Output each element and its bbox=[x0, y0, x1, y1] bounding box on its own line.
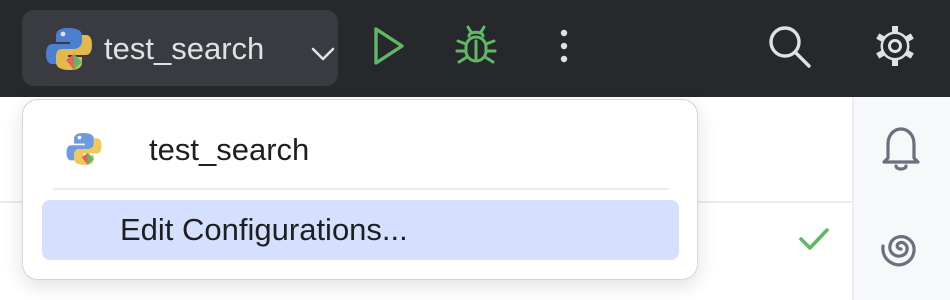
more-vertical-icon[interactable] bbox=[540, 22, 588, 70]
run-configuration-label: test_search bbox=[104, 31, 265, 66]
popup-item-test-search[interactable]: test_search bbox=[53, 118, 669, 178]
python-icon bbox=[66, 133, 102, 165]
check-icon bbox=[799, 228, 829, 250]
ai-assistant-icon[interactable] bbox=[874, 222, 926, 274]
edit-configurations-item[interactable]: Edit Configurations... bbox=[42, 200, 679, 260]
debug-icon[interactable] bbox=[452, 22, 500, 70]
run-configuration-popup: test_search Edit Configurations... bbox=[22, 99, 698, 280]
gear-icon[interactable] bbox=[871, 22, 919, 70]
search-icon[interactable] bbox=[765, 22, 813, 70]
bell-icon[interactable] bbox=[875, 120, 927, 174]
run-configuration-selector[interactable]: test_search bbox=[22, 10, 338, 86]
run-icon[interactable] bbox=[364, 22, 412, 70]
popup-separator bbox=[53, 188, 669, 190]
popup-item-label: test_search bbox=[149, 132, 310, 167]
python-icon bbox=[46, 28, 92, 70]
chevron-down-icon bbox=[311, 47, 335, 61]
main-toolbar: test_search bbox=[0, 0, 950, 97]
popup-item-label: Edit Configurations... bbox=[120, 212, 408, 247]
